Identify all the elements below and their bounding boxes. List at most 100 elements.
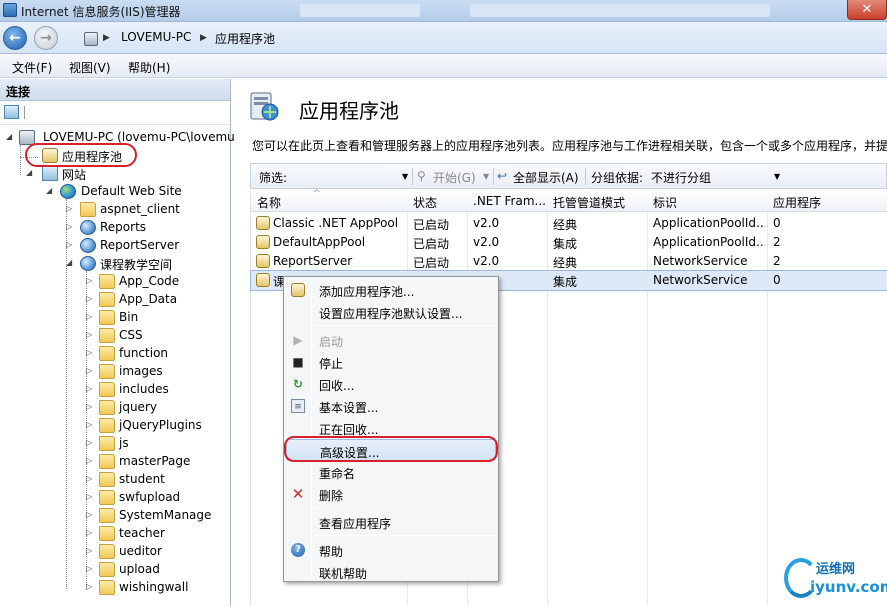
- menu-item-stop[interactable]: ■ 停止: [286, 351, 496, 373]
- menu-separator: [314, 325, 496, 326]
- toolbar-divider: [585, 168, 586, 185]
- title-bar: Internet 信息服务(IIS)管理器 ✕: [0, 0, 887, 22]
- folder-icon: [80, 202, 96, 217]
- expand-arrow-icon[interactable]: ▷: [86, 510, 96, 519]
- folder-icon: [99, 310, 115, 325]
- expand-arrow-icon[interactable]: ▷: [86, 528, 96, 537]
- tree-item-label: aspnet_client: [100, 202, 180, 216]
- page-title: 应用程序池: [299, 99, 399, 123]
- back-button[interactable]: ←: [3, 26, 27, 50]
- tree-item-label: teacher: [119, 526, 165, 540]
- menu-item-label: 删除: [319, 489, 344, 503]
- group-by-select[interactable]: 不进行分组: [651, 169, 711, 186]
- tree-item-label: App_Data: [119, 292, 178, 306]
- menu-separator: [314, 507, 496, 508]
- column-header-name[interactable]: 名称: [257, 194, 281, 211]
- collapse-arrow-icon[interactable]: ◢: [6, 132, 16, 141]
- breadcrumb-app-pools[interactable]: 应用程序池: [215, 30, 275, 47]
- cell-pipeline: 集成: [553, 275, 578, 289]
- collapse-arrow-icon[interactable]: ◢: [66, 258, 76, 267]
- show-all-button[interactable]: 全部显示(A): [513, 169, 579, 186]
- column-header-identity[interactable]: 标识: [653, 194, 677, 211]
- highlight-annotation: [25, 143, 137, 167]
- folder-icon: [99, 382, 115, 397]
- filter-dropdown-icon[interactable]: ▼: [402, 172, 408, 181]
- collapse-arrow-icon[interactable]: ◢: [26, 168, 36, 177]
- menu-help[interactable]: 帮助(H): [128, 59, 170, 76]
- expand-arrow-icon[interactable]: ▷: [86, 366, 96, 375]
- table-row[interactable]: ReportServer 已启动 v2.0 经典 NetworkService …: [251, 252, 887, 271]
- tree-item-label: js: [119, 436, 129, 450]
- add-pool-icon: [291, 283, 305, 297]
- collapse-arrow-icon[interactable]: ◢: [46, 186, 56, 195]
- breadcrumb-server[interactable]: LOVEMU-PC: [121, 30, 191, 44]
- expand-arrow-icon[interactable]: ▷: [86, 438, 96, 447]
- filter-input[interactable]: [295, 167, 409, 185]
- tree-item-label: swfupload: [119, 490, 181, 504]
- expand-arrow-icon[interactable]: ▷: [86, 492, 96, 501]
- folder-icon: [99, 418, 115, 433]
- tree-item-label: ReportServer: [100, 238, 180, 252]
- forward-button[interactable]: →: [34, 26, 58, 50]
- menu-item-delete[interactable]: ✕ 删除: [286, 483, 496, 505]
- expand-arrow-icon[interactable]: ▷: [86, 294, 96, 303]
- menu-item-add-pool[interactable]: 添加应用程序池...: [286, 279, 496, 301]
- expand-arrow-icon[interactable]: ▷: [86, 384, 96, 393]
- expand-arrow-icon[interactable]: ▷: [66, 204, 76, 213]
- cell-status: 已启动: [413, 218, 450, 232]
- menu-item-label: 重命名: [319, 467, 356, 481]
- folder-icon: [99, 328, 115, 343]
- menu-item-label: 停止: [319, 357, 344, 371]
- cell-name: Classic .NET AppPool: [273, 216, 399, 230]
- start-page-icon[interactable]: [4, 105, 19, 119]
- menu-item-set-defaults[interactable]: 设置应用程序池默认设置...: [286, 301, 496, 323]
- expand-arrow-icon[interactable]: ▷: [86, 420, 96, 429]
- column-header-pipeline[interactable]: 托管管道模式: [553, 194, 625, 211]
- folder-icon: [99, 454, 115, 469]
- start-filter-button[interactable]: 开始(G): [433, 169, 476, 186]
- site-watermark: 运维网 iyunv.com: [780, 552, 887, 604]
- column-header-framework[interactable]: .NET Fram...: [473, 194, 546, 208]
- menu-view[interactable]: 视图(V): [69, 59, 111, 76]
- menu-item-help[interactable]: ? 帮助: [286, 539, 496, 561]
- expand-arrow-icon[interactable]: ▷: [86, 546, 96, 555]
- expand-arrow-icon[interactable]: ▷: [66, 222, 76, 231]
- menu-item-online-help[interactable]: 联机帮助: [286, 561, 496, 583]
- close-button[interactable]: ✕: [847, 0, 887, 20]
- cell-framework: v2.0: [473, 235, 500, 249]
- folder-icon: [99, 490, 115, 505]
- cell-framework: v2.0: [473, 254, 500, 268]
- folder-icon: [99, 274, 115, 289]
- table-row[interactable]: DefaultAppPool 已启动 v2.0 集成 ApplicationPo…: [251, 233, 887, 252]
- menu-item-recycle[interactable]: ↻ 回收...: [286, 373, 496, 395]
- cell-identity: NetworkService: [653, 254, 748, 268]
- expand-arrow-icon[interactable]: ▷: [66, 240, 76, 249]
- expand-arrow-icon[interactable]: ▷: [86, 348, 96, 357]
- tree-item-label: student: [119, 472, 165, 486]
- expand-arrow-icon[interactable]: ▷: [86, 582, 96, 591]
- column-header-applications[interactable]: 应用程序: [773, 194, 821, 211]
- group-dropdown-icon[interactable]: ▼: [774, 172, 780, 181]
- app-pool-icon: [256, 273, 270, 287]
- menu-file[interactable]: 文件(F): [12, 59, 52, 76]
- connections-pane: 连接 ◢ LOVEMU-PC (lovemu-PC\lovemu) 应用程序池 …: [0, 79, 239, 606]
- menu-item-basic-settings[interactable]: ≡ 基本设置...: [286, 395, 496, 417]
- cell-identity: ApplicationPoolId...: [653, 235, 765, 249]
- expand-arrow-icon[interactable]: ▷: [86, 330, 96, 339]
- expand-arrow-icon[interactable]: ▷: [86, 276, 96, 285]
- expand-arrow-icon[interactable]: ▷: [86, 456, 96, 465]
- menu-item-view-apps[interactable]: 查看应用程序: [286, 511, 496, 533]
- expand-arrow-icon[interactable]: ▷: [86, 312, 96, 321]
- column-header-status[interactable]: 状态: [413, 194, 437, 211]
- expand-arrow-icon[interactable]: ▷: [86, 564, 96, 573]
- start-dropdown-icon[interactable]: ▼: [483, 172, 489, 181]
- menu-item-rename[interactable]: 重命名: [286, 461, 496, 483]
- sort-arrow-icon: ^: [313, 189, 321, 199]
- tree-item-label: 网站: [62, 168, 87, 182]
- tree-item-label: jquery: [119, 400, 157, 414]
- menu-separator: [314, 535, 496, 536]
- expand-arrow-icon[interactable]: ▷: [86, 474, 96, 483]
- table-row[interactable]: Classic .NET AppPool 已启动 v2.0 经典 Applica…: [251, 214, 887, 233]
- cell-pipeline: 经典: [553, 256, 578, 270]
- expand-arrow-icon[interactable]: ▷: [86, 402, 96, 411]
